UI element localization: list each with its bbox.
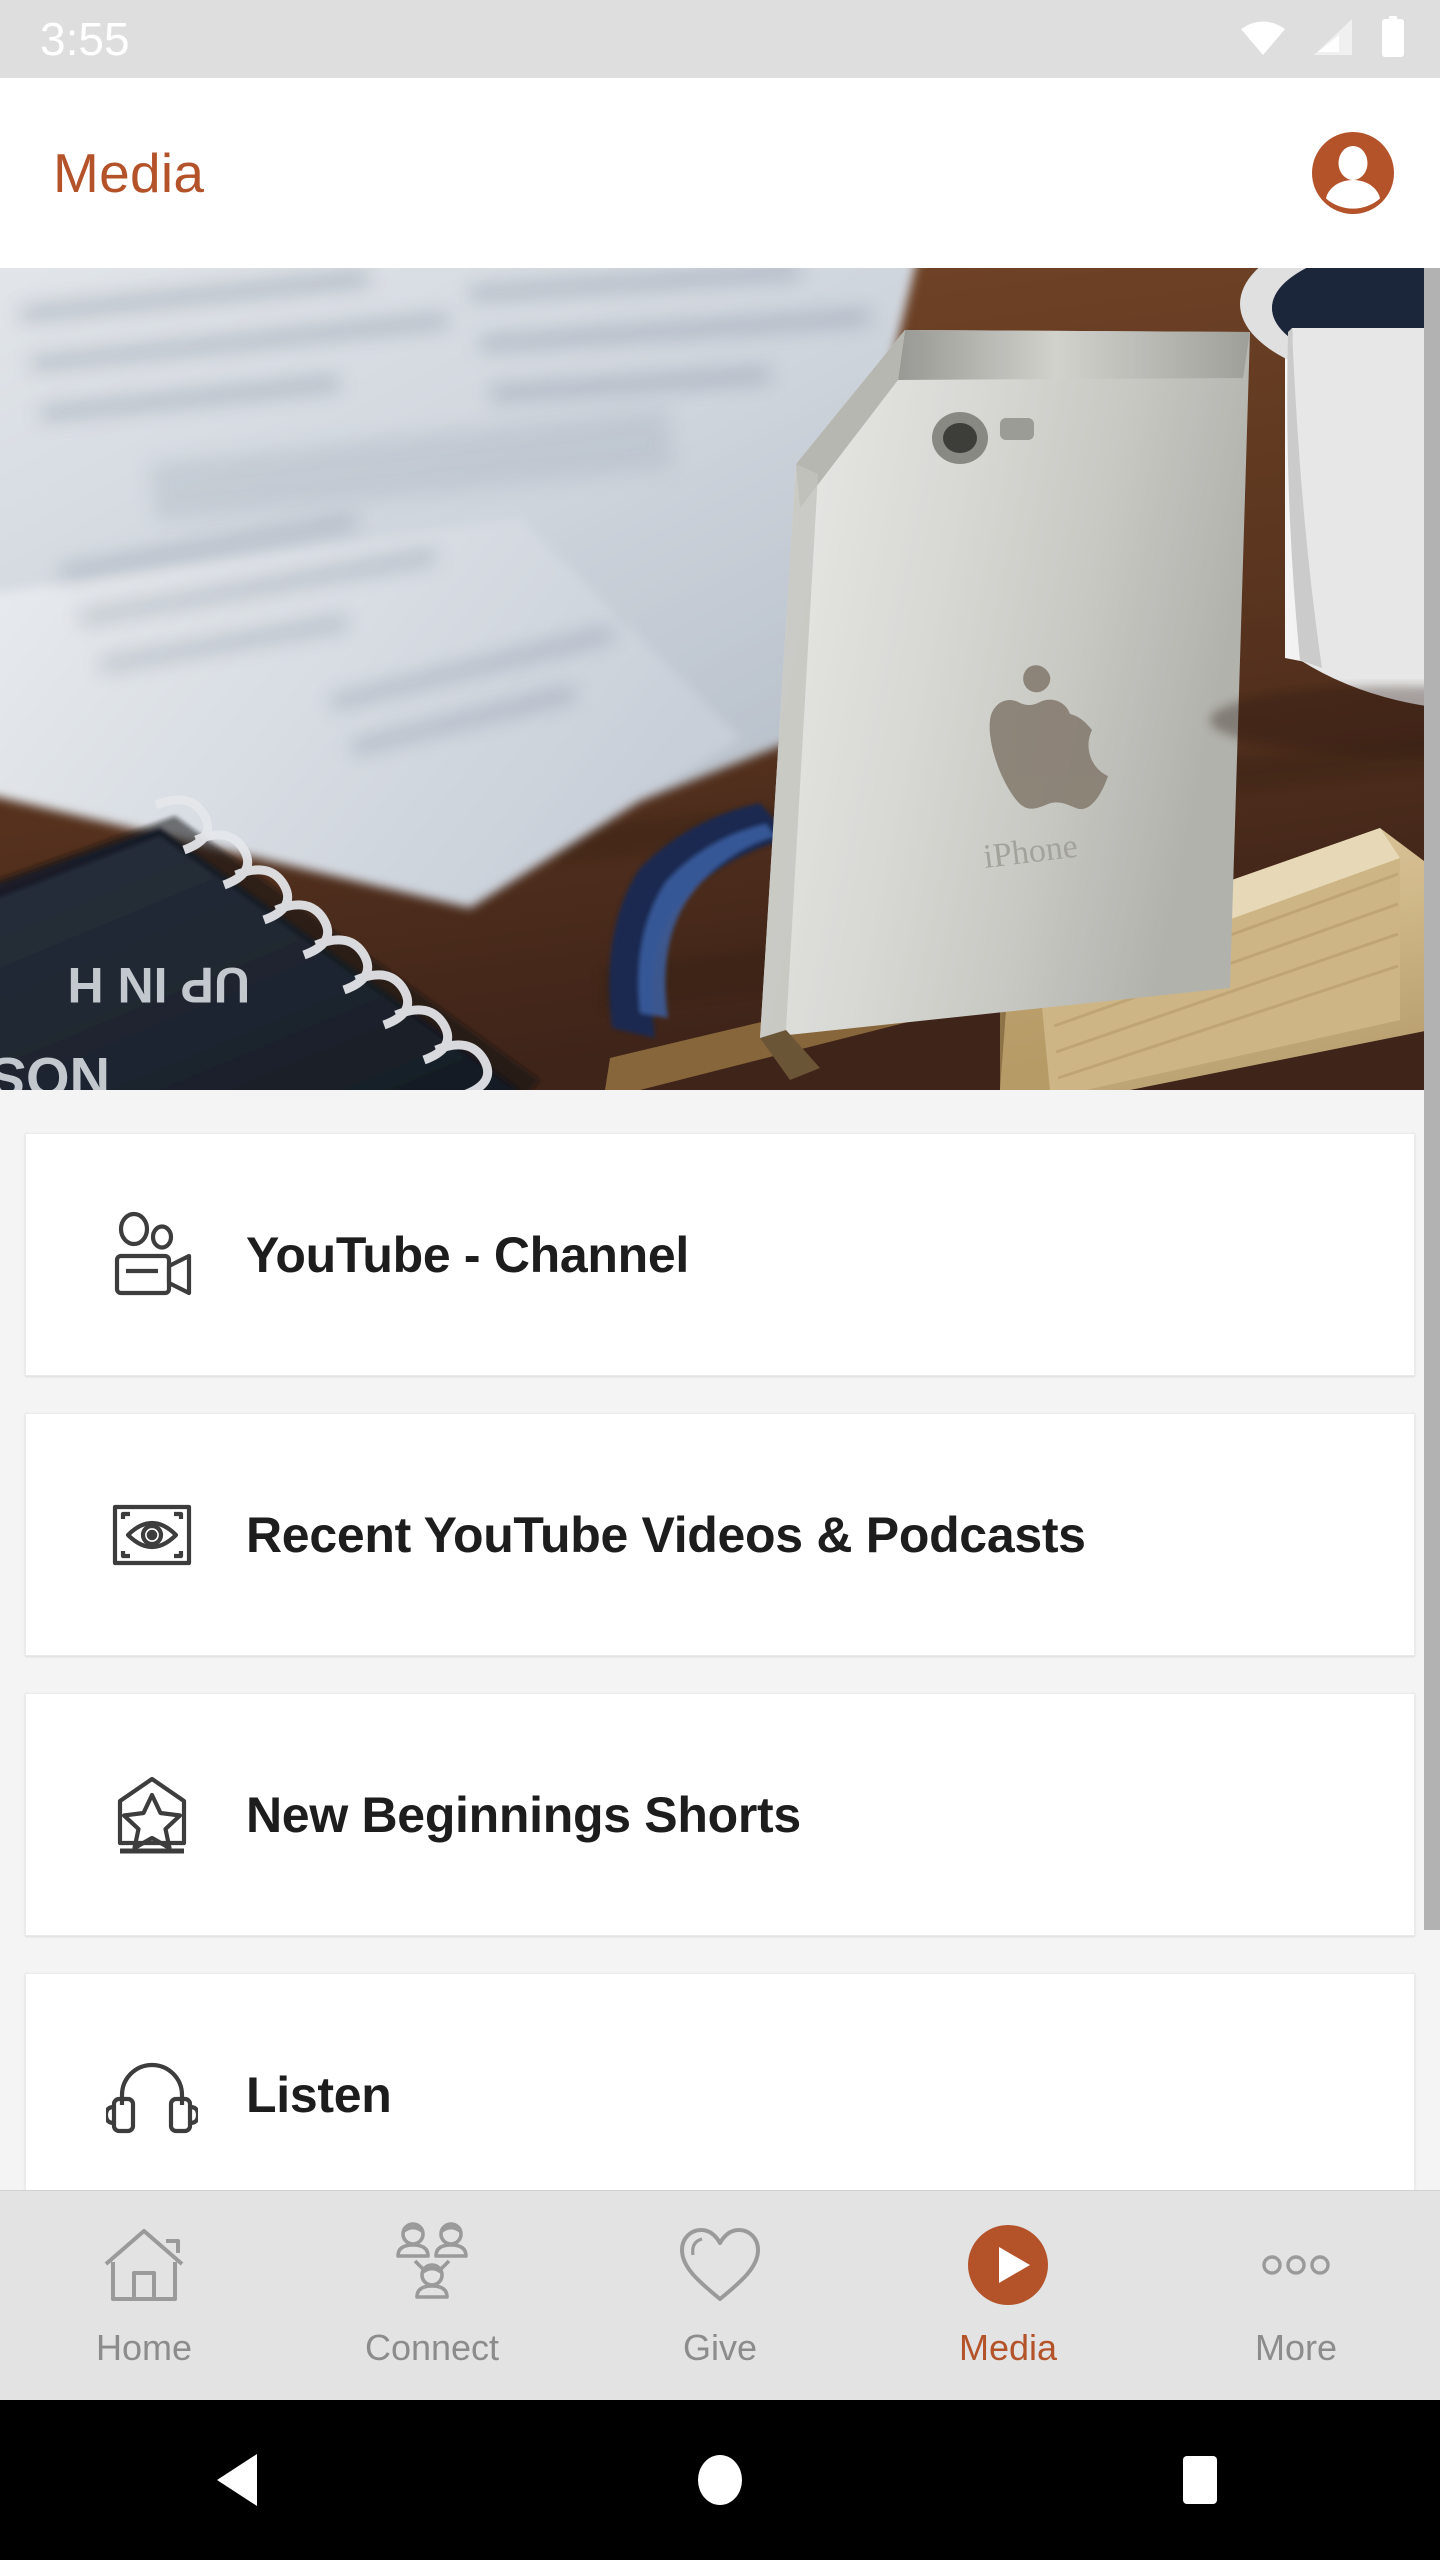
hero-image[interactable]: NOSTAL UP IN H	[0, 268, 1440, 1090]
tab-label: Home	[95, 2327, 193, 2368]
menu-item-label: Recent YouTube Videos & Podcasts	[246, 1506, 1086, 1563]
back-triangle-icon[interactable]	[0, 2452, 480, 2508]
bottom-tab-bar: Home Connect Give Media More	[0, 2190, 1440, 2400]
account-circle-icon[interactable]	[1312, 132, 1394, 214]
android-navigation-bar	[0, 2400, 1440, 2560]
cellular-signal-icon	[1312, 17, 1354, 62]
status-bar: 3:55	[0, 0, 1440, 78]
app-bar: Media	[0, 78, 1440, 268]
menu-item-youtube-channel[interactable]: YouTube - Channel	[25, 1133, 1415, 1376]
menu-item-recent-videos-podcasts[interactable]: Recent YouTube Videos & Podcasts	[25, 1413, 1415, 1656]
video-camera-people-icon	[106, 1209, 198, 1301]
menu-list: YouTube - Channel Recent YouTube Videos …	[0, 1090, 1440, 2216]
tab-give[interactable]: Give	[576, 2191, 864, 2401]
tab-more[interactable]: More	[1152, 2191, 1440, 2401]
tab-connect[interactable]: Connect	[288, 2191, 576, 2401]
menu-item-label: Listen	[246, 2066, 392, 2123]
menu-item-listen[interactable]: Listen	[25, 1973, 1415, 2216]
star-badge-icon	[106, 1769, 198, 1861]
tab-home[interactable]: Home	[0, 2191, 288, 2401]
menu-item-new-beginnings-shorts[interactable]: New Beginnings Shorts	[25, 1693, 1415, 1936]
heart-icon	[672, 2217, 768, 2313]
recents-square-icon[interactable]	[960, 2452, 1440, 2508]
scrollbar-thumb[interactable]	[1424, 268, 1440, 1930]
vertical-scrollbar[interactable]	[1424, 268, 1440, 1930]
tab-label: Give	[682, 2327, 758, 2368]
menu-item-label: New Beginnings Shorts	[246, 1786, 801, 1843]
tab-label: Media	[958, 2327, 1058, 2368]
menu-item-label: YouTube - Channel	[246, 1226, 690, 1283]
status-bar-clock: 3:55	[40, 13, 130, 65]
home-circle-icon[interactable]	[480, 2452, 960, 2508]
page-title: Media	[53, 142, 205, 204]
tab-media[interactable]: Media	[864, 2191, 1152, 2401]
wifi-icon	[1240, 17, 1286, 62]
app-screen: 3:55 Media NOS UP IN H iPhone YouTube - …	[0, 0, 1440, 2560]
status-bar-icons	[1240, 15, 1406, 63]
home-icon	[96, 2217, 192, 2313]
people-group-icon	[384, 2217, 480, 2313]
tab-label: Connect	[364, 2327, 500, 2368]
more-dots-icon	[1248, 2217, 1344, 2313]
play-circle-icon	[960, 2217, 1056, 2313]
headphones-icon	[103, 2049, 201, 2141]
eye-frame-icon	[106, 1489, 198, 1581]
tab-label: More	[1254, 2327, 1338, 2368]
battery-icon	[1380, 15, 1406, 63]
